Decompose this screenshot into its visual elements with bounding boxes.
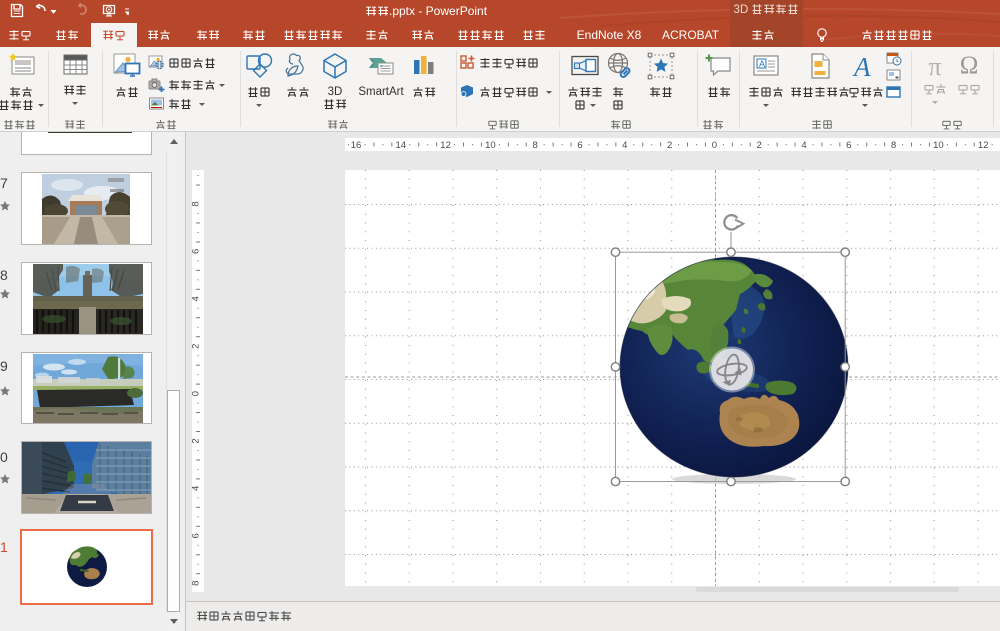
svg-text:4: 4 [801, 140, 806, 151]
svg-text:2: 2 [757, 140, 762, 151]
svg-text:8: 8 [891, 140, 896, 151]
svg-text:6: 6 [846, 140, 851, 151]
svg-text:12: 12 [978, 140, 989, 151]
svg-text:0: 0 [192, 391, 202, 396]
svg-text:A: A [852, 52, 871, 80]
svg-text:8: 8 [533, 140, 538, 151]
svg-text:8: 8 [192, 581, 202, 586]
svg-text:4: 4 [192, 296, 202, 301]
svg-text:6: 6 [192, 249, 202, 254]
svg-text:4: 4 [622, 140, 627, 151]
svg-text:2: 2 [667, 140, 672, 151]
svg-text:8: 8 [192, 201, 202, 206]
svg-text:0: 0 [712, 140, 717, 151]
svg-text:12: 12 [440, 140, 451, 151]
svg-text:2: 2 [192, 344, 202, 349]
svg-text:14: 14 [396, 140, 407, 151]
svg-text:2: 2 [192, 438, 202, 443]
svg-text:16: 16 [351, 140, 362, 151]
svg-text:A: A [759, 59, 765, 69]
svg-text:10: 10 [485, 140, 496, 151]
svg-text:10: 10 [933, 140, 944, 151]
svg-text:6: 6 [192, 533, 202, 538]
svg-text:6: 6 [577, 140, 582, 151]
svg-text:4: 4 [192, 486, 202, 491]
